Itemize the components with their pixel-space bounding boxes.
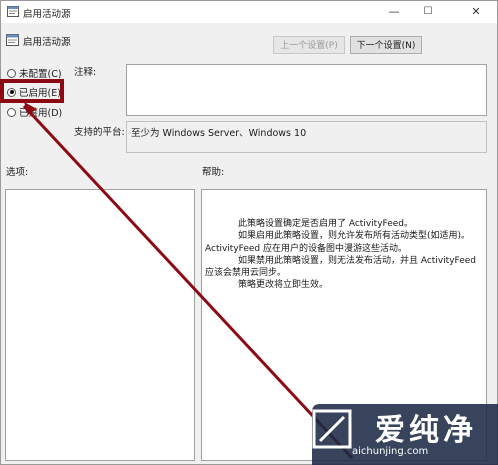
annotation-arrow-line	[22, 104, 354, 460]
annotation-overlay	[22, 102, 498, 465]
watermark-url: aichunjing.com	[352, 446, 429, 457]
watermark-brand: 爱纯净	[375, 413, 477, 448]
